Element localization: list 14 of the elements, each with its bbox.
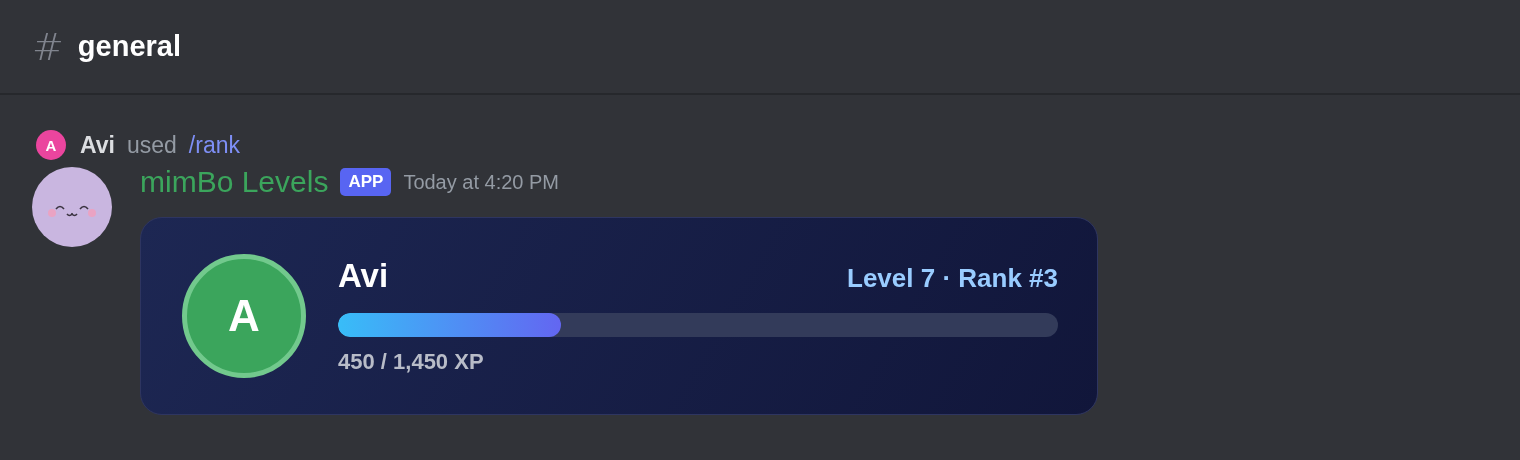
used-label: used [126,131,177,159]
level-rank: Level 7 · Rank #3 [847,263,1058,294]
bot-avatar[interactable] [32,167,112,247]
rank-avatar: A [182,254,306,378]
user-name[interactable]: Avi [80,131,115,159]
bot-name[interactable]: mimBo Levels [140,165,329,199]
channel-name: general [77,30,181,63]
rank-user-name: Avi [338,257,389,295]
app-badge: APP [340,168,392,196]
timestamp: Today at 4:20 PM [403,170,560,194]
user-avatar[interactable]: A [36,130,66,160]
channel-hash: # [32,24,64,69]
command-link[interactable]: /rank [188,131,240,159]
xp-text: 450 / 1,450 XP [338,349,485,375]
